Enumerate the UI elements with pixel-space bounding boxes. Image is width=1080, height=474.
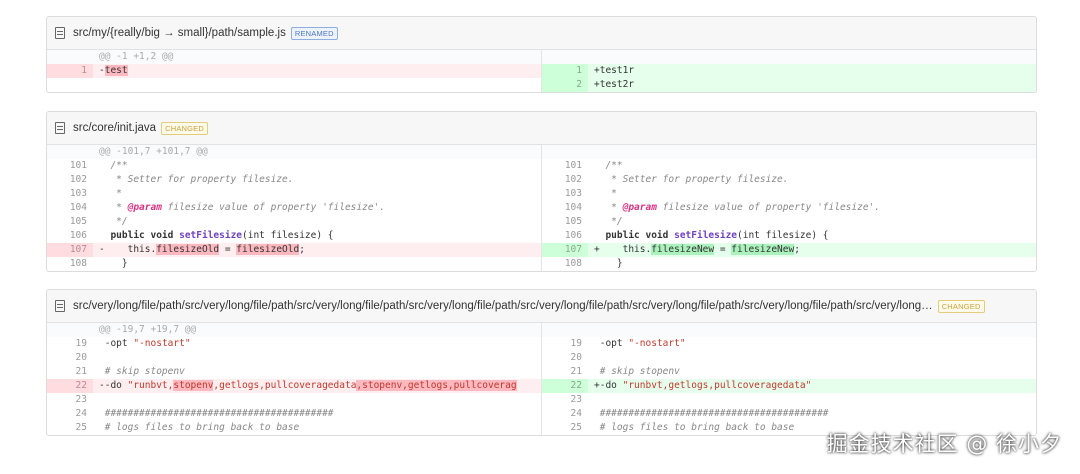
renamed-badge: RENAMED <box>290 26 338 40</box>
deleted-line: 1 -test <box>47 64 541 78</box>
changed-badge: CHANGED <box>161 121 208 135</box>
file-header[interactable]: src/core/init.java CHANGED <box>47 112 1036 145</box>
watermark: 掘金技术社区 @ 徐小夕 <box>826 432 1062 456</box>
file-icon <box>55 300 65 312</box>
added-line: 22 +-do "runbvt,getlogs,pullcoveragedata" <box>542 379 1036 393</box>
file-path[interactable]: src/my/{really/big → small}/path/sample.… <box>73 27 286 39</box>
diff-right-pane: 101 /** 102 * Setter for property filesi… <box>542 145 1036 271</box>
file-header[interactable]: src/very/long/file/path/src/very/long/fi… <box>47 290 1036 323</box>
diff-right-pane: 19 -opt "-nostart" 20 21 # skip stopenv … <box>542 323 1036 435</box>
file-header[interactable]: src/my/{really/big → small}/path/sample.… <box>47 17 1036 50</box>
hunk-header: @@ -19,7 +19,7 @@ <box>47 323 541 337</box>
diff-file-long-path: src/very/long/file/path/src/very/long/fi… <box>46 289 1037 436</box>
file-icon <box>55 122 65 134</box>
added-line: 2 +test2r <box>542 78 1036 92</box>
added-line: 107 + this.filesizeNew = filesizeNew; <box>542 243 1036 257</box>
empty-line <box>47 78 541 92</box>
file-path[interactable]: src/core/init.java <box>73 122 156 134</box>
diff-file-sample-js: src/my/{really/big → small}/path/sample.… <box>46 16 1037 93</box>
deleted-line: 22 --do "runbvt,stopenv,getlogs,pullcover… <box>47 379 541 393</box>
hunk-header: @@ -1 +1,2 @@ <box>47 50 541 64</box>
file-path[interactable]: src/very/long/file/path/src/very/long/fi… <box>73 300 933 312</box>
hunk-header: @@ -101,7 +101,7 @@ <box>47 145 541 159</box>
diff-right-pane: 1 +test1r 2 +test2r <box>542 50 1036 92</box>
diff-file-init-java: src/core/init.java CHANGED @@ -101,7 +10… <box>46 111 1037 272</box>
diff-left-pane: @@ -19,7 +19,7 @@ 19 -opt "-nostart" 20 … <box>47 323 542 435</box>
file-icon <box>55 27 65 39</box>
changed-badge: CHANGED <box>937 299 985 313</box>
diff-left-pane: @@ -1 +1,2 @@ 1 -test <box>47 50 542 92</box>
diff-left-pane: @@ -101,7 +101,7 @@ 101 /** 102 * Setter… <box>47 145 542 271</box>
deleted-line: 107- this.filesizeOld = filesizeOld; <box>47 243 541 257</box>
added-line: 1 +test1r <box>542 64 1036 78</box>
